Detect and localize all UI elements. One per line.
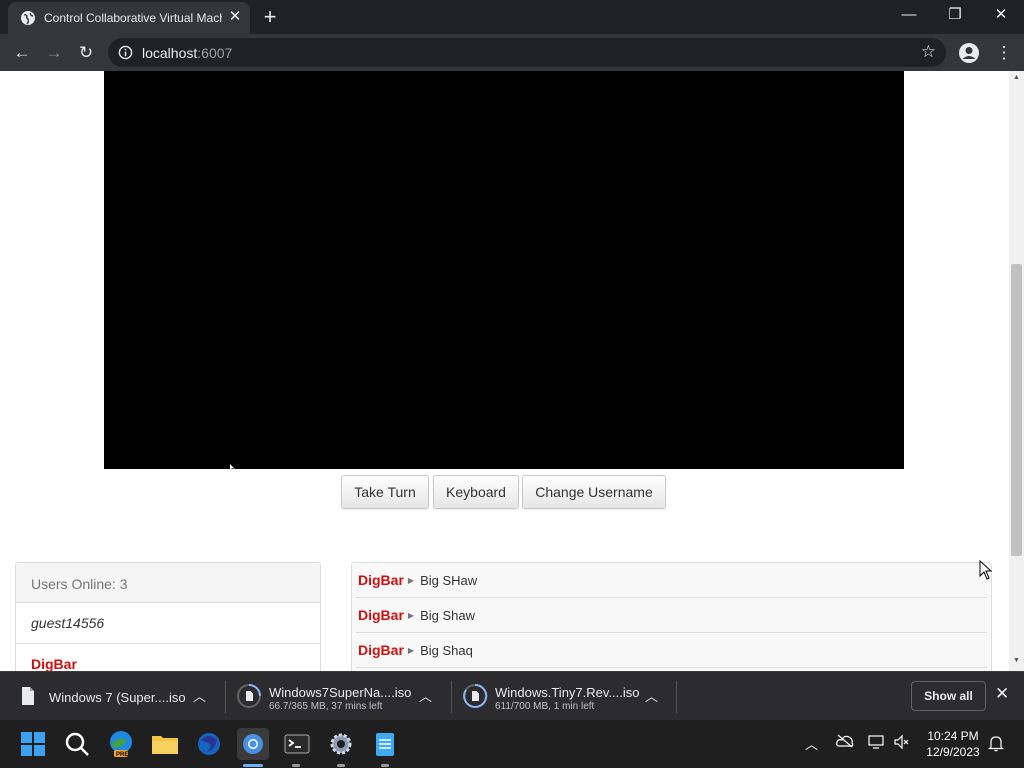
globe-icon <box>21 11 35 25</box>
chat-username: DigBar <box>358 642 404 658</box>
new-tab-button[interactable]: + <box>258 5 282 29</box>
user-list-item[interactable]: guest14556 <box>16 603 320 644</box>
edge-canary-icon[interactable]: PRE <box>105 728 137 760</box>
tab-title: Control Collaborative Virtual Machine <box>44 11 222 25</box>
close-shelf-icon[interactable]: ✕ <box>995 684 1009 704</box>
bookmark-star-icon[interactable]: ☆ <box>921 42 936 62</box>
scroll-up-icon[interactable]: ▲ <box>1013 74 1020 81</box>
running-app-indicator <box>381 764 389 767</box>
chat-message: DigBar ▶ Big Shaw <box>356 598 987 633</box>
take-turn-button[interactable]: Take Turn <box>341 475 429 509</box>
chat-username: DigBar <box>358 607 404 623</box>
download-item[interactable]: Windows.Tiny7.Rev....iso 611/700 MB, 1 m… <box>452 672 677 721</box>
url-host: localhost <box>142 45 198 61</box>
svg-text:PRE: PRE <box>116 752 128 758</box>
change-username-button[interactable]: Change Username <box>522 475 666 509</box>
menu-kebab-icon[interactable]: ⋮ <box>990 39 1018 67</box>
download-status: 611/700 MB, 1 min left <box>495 701 595 712</box>
start-icon[interactable] <box>17 728 49 760</box>
chrome-icon[interactable] <box>237 728 269 760</box>
clock-date: 12/9/2023 <box>926 745 980 759</box>
download-status: 66.7/365 MB, 37 mins left <box>269 701 383 712</box>
download-progress-icon <box>237 684 261 708</box>
clock-time: 10:24 PM <box>927 729 979 743</box>
scroll-down-icon[interactable]: ▼ <box>1013 657 1020 664</box>
vm-cursor-icon <box>230 464 235 470</box>
active-app-indicator <box>243 764 263 767</box>
users-online-header: Users Online: 3 <box>16 563 320 603</box>
windows-taskbar: PRE ︿ 10:24 PM 12/9/2023 <box>0 720 1024 768</box>
onedrive-offline-icon[interactable] <box>836 734 854 748</box>
chevron-up-icon[interactable]: ︿ <box>193 686 206 705</box>
terminal-icon[interactable] <box>281 728 313 760</box>
chat-message: DigBar ▶ Big Shaq <box>356 633 987 668</box>
user-list-item[interactable]: DigBar <box>16 644 320 671</box>
notification-bell-icon[interactable] <box>988 734 1004 752</box>
page-viewport: Take Turn Keyboard Change Username Users… <box>0 71 1024 671</box>
download-item[interactable]: Windows7SuperNa....iso 66.7/365 MB, 37 m… <box>226 672 451 721</box>
file-explorer-icon[interactable] <box>149 728 181 760</box>
chevron-up-icon[interactable]: ︿ <box>419 686 432 705</box>
restore-icon[interactable]: ❐ <box>932 0 978 32</box>
tab-close-icon[interactable]: ✕ <box>226 8 244 26</box>
system-clock[interactable]: 10:24 PM 12/9/2023 <box>922 728 984 760</box>
page-scrollbar[interactable]: ▲ ▼ <box>1009 71 1024 671</box>
tray-overflow-icon[interactable]: ︿ <box>805 734 818 753</box>
download-progress-icon <box>463 683 488 708</box>
chat-panel: DigBar ▶ Big SHaw DigBar ▶ Big Shaw DigBar ▶ B… <box>351 562 992 671</box>
chat-text: Big Shaq <box>420 643 473 658</box>
download-filename: Windows 7 (Super....iso <box>49 690 186 705</box>
download-filename: Windows.Tiny7.Rev....iso <box>495 685 640 700</box>
chat-arrow-icon: ▶ <box>407 646 415 655</box>
show-all-downloads-button[interactable]: Show all <box>911 681 986 711</box>
forward-icon[interactable]: → <box>40 39 68 67</box>
minimize-icon[interactable]: — <box>886 0 932 32</box>
profile-icon[interactable] <box>958 42 980 64</box>
download-shelf: Windows 7 (Super....iso ︿ Windows7SuperN… <box>0 671 1024 720</box>
reload-icon[interactable]: ↻ <box>72 39 100 67</box>
file-icon <box>22 687 34 705</box>
chat-username: DigBar <box>358 572 404 588</box>
vm-display[interactable] <box>104 71 904 470</box>
firefox-icon[interactable] <box>193 728 225 760</box>
browser-tab[interactable]: Control Collaborative Virtual Machine ✕ <box>8 2 250 34</box>
chat-arrow-icon: ▶ <box>407 611 415 620</box>
chevron-up-icon[interactable]: ︿ <box>645 686 658 705</box>
volume-muted-icon[interactable] <box>894 734 910 750</box>
browser-toolbar: ← → ↻ localhost:6007 ☆ ⋮ <box>0 34 1024 71</box>
running-app-indicator <box>292 764 300 767</box>
keyboard-button[interactable]: Keyboard <box>433 475 519 509</box>
network-icon[interactable] <box>868 734 886 750</box>
notepad-icon[interactable] <box>369 728 401 760</box>
download-filename: Windows7SuperNa....iso <box>269 685 412 700</box>
chat-arrow-icon: ▶ <box>407 576 415 585</box>
info-icon[interactable] <box>118 45 133 60</box>
settings-icon[interactable] <box>325 728 357 760</box>
browser-titlebar: Control Collaborative Virtual Machine ✕ … <box>0 0 1024 34</box>
download-divider <box>676 681 677 713</box>
search-icon[interactable] <box>61 728 93 760</box>
url-text[interactable]: localhost:6007 <box>142 45 232 61</box>
scroll-thumb[interactable] <box>1011 264 1022 556</box>
back-icon[interactable]: ← <box>8 39 36 67</box>
users-online-panel: Users Online: 3 guest14556 DigBar <box>15 562 321 671</box>
download-item[interactable]: Windows 7 (Super....iso ︿ <box>0 672 225 721</box>
running-app-indicator <box>337 764 345 767</box>
chat-text: Big Shaw <box>420 608 475 623</box>
window-close-icon[interactable]: ✕ <box>978 0 1024 32</box>
url-port: :6007 <box>197 45 233 61</box>
chat-text: Big SHaw <box>420 573 478 588</box>
mouse-pointer-icon <box>979 560 993 580</box>
address-bar[interactable]: localhost:6007 ☆ <box>108 38 946 67</box>
chat-message: DigBar ▶ Big SHaw <box>356 563 987 598</box>
